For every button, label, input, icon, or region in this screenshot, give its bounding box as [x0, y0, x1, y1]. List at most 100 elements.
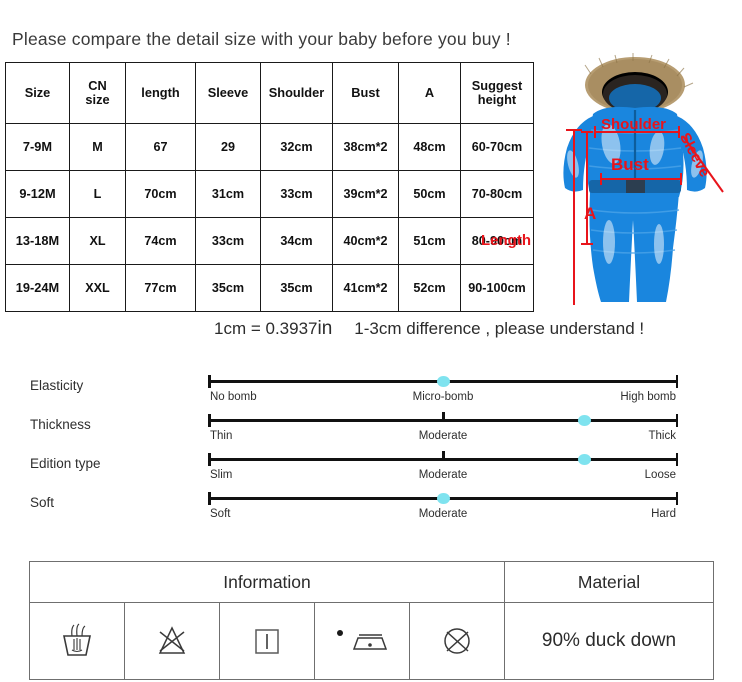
page-title: Please compare the detail size with your…: [12, 29, 511, 49]
slider-label-soft: Soft: [30, 495, 55, 510]
table-row: 9-12M L 70cm 31cm 33cm 39cm*2 50cm 70-80…: [5, 170, 534, 218]
size-chart-table: Size CN size length Sleeve Shoulder Bust…: [5, 62, 534, 312]
slider-label-elasticity: Elasticity: [30, 378, 84, 393]
cell-size: 19-24M: [5, 264, 70, 312]
slider-end-cap-right: [675, 453, 678, 466]
care-and-material-table: Information Material 90% duck down: [29, 561, 714, 680]
care-table-body-row: 90% duck down: [29, 602, 714, 680]
cell-shoulder: 32cm: [260, 123, 333, 171]
slider-tick-start: Soft: [210, 508, 231, 520]
cell-length: 77cm: [125, 264, 196, 312]
slider-tick-middle: Micro-bomb: [412, 391, 474, 403]
cell-cn: M: [69, 123, 126, 171]
header-sleeve: Sleeve: [195, 62, 261, 124]
cell-length: 70cm: [125, 170, 196, 218]
cell-bust: 41cm*2: [332, 264, 399, 312]
header-height-line1: Suggest: [471, 77, 523, 93]
annotation-a: A: [584, 204, 597, 223]
header-height-line2: height: [477, 92, 517, 107]
slider-mid-tick: [442, 451, 445, 460]
slider-track-elasticity[interactable]: No bomb Micro-bomb High bomb: [208, 375, 678, 406]
header-length: length: [125, 62, 196, 124]
slider-tick-start: Slim: [210, 469, 233, 481]
cell-size: 9-12M: [5, 170, 70, 218]
slider-knob-soft[interactable]: [436, 492, 450, 504]
slider-end-cap-right: [675, 414, 678, 427]
table-row: 7-9M M 67 29 32cm 38cm*2 48cm 60-70cm: [5, 123, 534, 171]
slider-row-soft: Soft Soft Moderate Hard: [0, 485, 742, 523]
conversion-formula: 1cm = 0.3937: [214, 319, 318, 338]
header-size: Size: [5, 62, 70, 124]
slider-row-thickness: Thickness Thin Moderate Thick: [0, 407, 742, 445]
annotation-shoulder: Shoulder: [601, 116, 667, 133]
product-photo: Shoulder Bust A Sleeve Length: [481, 52, 738, 307]
slider-mid-tick: [442, 412, 445, 421]
cell-cn: XL: [69, 217, 126, 265]
slider-row-edition-type: Edition type Slim Moderate Loose: [0, 446, 742, 484]
cell-size: 13-18M: [5, 217, 70, 265]
annotation-length: Length: [481, 232, 531, 249]
do-not-dry-clean-icon: [409, 602, 505, 680]
cell-height: 90-100cm: [460, 264, 534, 312]
header-a: A: [398, 62, 461, 124]
hand-wash-icon: [29, 602, 125, 680]
iron-low-heat-icon: [314, 602, 410, 680]
cell-shoulder: 34cm: [260, 217, 333, 265]
slider-label-edition-type: Edition type: [30, 456, 101, 471]
table-row: 19-24M XXL 77cm 35cm 35cm 41cm*2 52cm 90…: [5, 264, 534, 312]
table-row: 13-18M XL 74cm 33cm 34cm 40cm*2 51cm 80-…: [5, 217, 534, 265]
slider-knob-edition-type[interactable]: [577, 453, 591, 465]
slider-row-elasticity: Elasticity No bomb Micro-bomb High bomb: [0, 368, 742, 406]
header-suggest-height: Suggest height: [460, 62, 534, 124]
cell-a: 50cm: [398, 170, 461, 218]
cell-sleeve: 29: [195, 123, 261, 171]
cell-bust: 38cm*2: [332, 123, 399, 171]
cell-shoulder: 33cm: [260, 170, 333, 218]
slider-tick-start: No bomb: [210, 391, 257, 403]
cell-height: 60-70cm: [460, 123, 534, 171]
cell-shoulder: 35cm: [260, 264, 333, 312]
slider-tick-end: Hard: [651, 508, 676, 520]
slider-tick-middle: Moderate: [418, 430, 468, 442]
header-shoulder: Shoulder: [260, 62, 333, 124]
slider-end-cap-left: [208, 453, 211, 466]
slider-end-cap-left: [208, 414, 211, 427]
slider-knob-elasticity[interactable]: [436, 375, 450, 387]
slider-track-edition-type[interactable]: Slim Moderate Loose: [208, 451, 678, 484]
cell-sleeve: 31cm: [195, 170, 261, 218]
slider-tick-end: High bomb: [620, 391, 676, 403]
slider-tick-end: Loose: [644, 469, 676, 481]
slider-end-cap-right: [675, 375, 678, 388]
cell-length: 74cm: [125, 217, 196, 265]
cell-size: 7-9M: [5, 123, 70, 171]
header-bust: Bust: [332, 62, 399, 124]
cell-length: 67: [125, 123, 196, 171]
attribute-sliders: Elasticity No bomb Micro-bomb High bomb …: [0, 368, 742, 533]
cell-a: 51cm: [398, 217, 461, 265]
slider-end-cap-left: [208, 375, 211, 388]
care-table-header-row: Information Material: [29, 561, 714, 603]
cell-bust: 39cm*2: [332, 170, 399, 218]
cell-a: 52cm: [398, 264, 461, 312]
cell-sleeve: 33cm: [195, 217, 261, 265]
header-cn-line1: CN: [88, 77, 107, 93]
table-header-row: Size CN size length Sleeve Shoulder Bust…: [5, 62, 534, 124]
slider-tick-start: Thin: [210, 430, 233, 442]
slider-track-soft[interactable]: Soft Moderate Hard: [208, 492, 678, 523]
slider-label-thickness: Thickness: [30, 417, 91, 432]
slider-end-cap-left: [208, 492, 211, 505]
slider-knob-thickness[interactable]: [577, 414, 591, 426]
material-value: 90% duck down: [504, 602, 714, 680]
slider-end-cap-right: [675, 492, 678, 505]
cell-height: 70-80cm: [460, 170, 534, 218]
cell-cn: XXL: [69, 264, 126, 312]
cell-bust: 40cm*2: [332, 217, 399, 265]
slider-tick-end: Thick: [648, 430, 676, 442]
snowsuit-illustration: [563, 53, 724, 305]
slider-tick-middle: Moderate: [418, 508, 468, 520]
conversion-unit: in: [317, 318, 333, 339]
information-header: Information: [29, 561, 505, 603]
slider-track-thickness[interactable]: Thin Moderate Thick: [208, 412, 678, 445]
annotation-bust: Bust: [611, 155, 649, 174]
header-cn-size: CN size: [69, 62, 126, 124]
